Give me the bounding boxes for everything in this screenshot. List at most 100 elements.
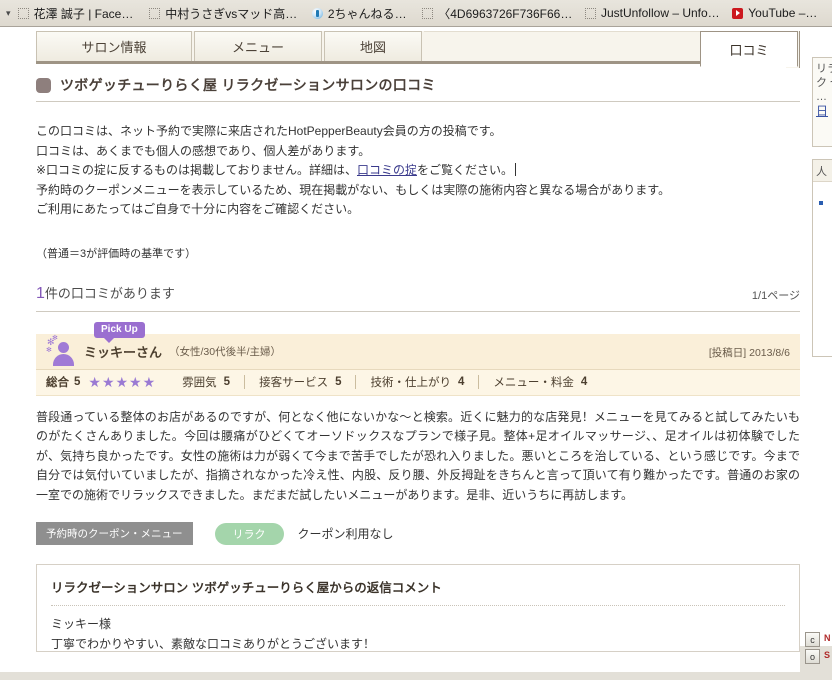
bookmark-label: JustUnfollow – Unfollo… <box>600 6 721 20</box>
bookmark-item[interactable]: JustUnfollow – Unfollo… <box>584 6 721 20</box>
bookmark-label: 2ちゃんねる検索 <box>327 6 411 21</box>
page-title: ツボゲッチューりらく屋 リラクゼーションサロンの口コミ <box>36 75 800 102</box>
main-content: ツボゲッチューりらく屋 リラクゼーションサロンの口コミ この口コミは、ネット予約… <box>36 75 800 652</box>
sub-rating-value: 5 <box>223 376 231 388</box>
review-count-suffix: 件の口コミがあります <box>44 285 175 301</box>
side-panel-upper-link[interactable]: 日 <box>816 104 828 118</box>
divider <box>244 375 246 389</box>
coupon-row: 予約時のクーポン・メニュー リラク クーポン利用なし <box>36 522 800 545</box>
page-viewport: サロン情報 メニュー 地図 口コミ リラ ク ゼ … 日 人 ツボゲッチューりら… <box>0 27 832 680</box>
salon-reply-line: ミッキー様 <box>51 617 112 631</box>
bookmark-label: 〈4D6963726F736F6674… <box>438 6 573 21</box>
tab-label: メニュー <box>231 40 284 55</box>
sub-rating-value: 4 <box>580 376 588 388</box>
sub-rating-service: 接客サービス 5 <box>259 374 341 390</box>
review-count-row: 1件の口コミがあります 1/1ページ <box>36 283 800 312</box>
notice-line: 口コミは、あくまでも個人の感想であり、個人差があります。 <box>36 143 371 158</box>
bottom-right-widget: c o N S <box>800 630 832 680</box>
tab-map[interactable]: 地図 <box>324 31 422 61</box>
divider <box>355 375 357 389</box>
bookmark-label: YouTube – Bro <box>748 6 820 20</box>
notice-line: この口コミは、ネット予約で実際に来店されたHotPepperBeauty会員の方… <box>36 124 502 138</box>
divider <box>478 375 480 389</box>
side-panel-lower-heading: 人 <box>813 160 832 182</box>
generic-favicon <box>17 7 29 19</box>
chevron-down-icon[interactable]: ▾ <box>6 8 11 18</box>
coupon-heading: 予約時のクーポン・メニュー <box>36 522 193 545</box>
page-indicator: 1/1ページ <box>751 289 800 302</box>
generic-favicon <box>584 7 596 19</box>
user-avatar-icon: ✻ ✻ ✻ <box>46 335 80 366</box>
generic-favicon <box>422 7 434 19</box>
review-card: Pick Up ✻ ✻ ✻ ミッキーさん （女性/30代後半/主婦） [投稿日]… <box>36 321 800 652</box>
tab-salon-info[interactable]: サロン情報 <box>36 31 192 61</box>
review-notice: この口コミは、ネット予約で実際に来店されたHotPepperBeauty会員の方… <box>36 122 800 220</box>
coupon-tag: リラク <box>214 522 284 545</box>
bookmark-item[interactable]: 2ちゃんねる検索 <box>311 5 411 22</box>
2ch-favicon <box>311 7 323 19</box>
rating-total-score: 5 <box>74 376 81 388</box>
review-body: 普段通っている整体のお店があるのですが、何となく他にないかな～と検索。近くに魅力… <box>36 409 800 502</box>
bookmark-item[interactable]: 〈4D6963726F736F6674… <box>422 5 573 22</box>
bookmark-label: 花澤 誠子 | Facebook <box>33 6 138 21</box>
title-bullet-icon <box>36 77 51 93</box>
rating-stars-icon: ★★★★★ <box>88 373 157 390</box>
sub-rating-label: 接客サービス <box>259 377 329 389</box>
notice-line-post: をご覧ください。 <box>417 163 514 177</box>
widget-text-1: N <box>824 633 831 643</box>
salon-reply-box: リラクゼーションサロン ツボゲッチューりらく屋からの返信コメント ミッキー様 丁… <box>36 564 800 652</box>
widget-text-2: S <box>824 650 831 660</box>
coupon-note: クーポン利用なし <box>297 527 394 541</box>
tab-label: 地図 <box>359 40 386 55</box>
reviewer-meta: （女性/30代後半/主婦） <box>169 345 282 358</box>
tab-reviews-active[interactable]: 口コミ <box>700 31 798 67</box>
tab-label: 口コミ <box>729 42 769 58</box>
bottom-strip <box>0 672 800 680</box>
notice-line-pre: ※口コミの掟に反するものは掲載しておりません。詳細は、 <box>36 163 357 177</box>
sub-rating-price: メニュー・料金 4 <box>493 374 587 390</box>
review-rules-link[interactable]: 口コミの掟 <box>357 163 417 177</box>
sub-rating-label: メニュー・料金 <box>493 377 574 389</box>
bookmark-item[interactable]: YouTube – Bro <box>732 6 820 20</box>
rating-basis-note: （普通＝3が評価時の基準です） <box>36 247 197 260</box>
ratings-bar: 総合 5 ★★★★★ 雰囲気 5 接客サービス 5 技術・仕上がり 4 メニュー… <box>36 369 800 396</box>
tab-menu[interactable]: メニュー <box>194 31 322 61</box>
notice-line: ご利用にあたってはご自身で十分に内容をご確認ください。 <box>36 202 360 216</box>
notice-line: 予約時のクーポンメニューを表示しているため、現在掲載がない、もしくは実際の施術内… <box>36 182 671 197</box>
sub-rating-atmosphere: 雰囲気 5 <box>182 374 230 390</box>
rating-total-label: 総合 <box>46 377 69 389</box>
sub-rating-label: 雰囲気 <box>182 377 217 389</box>
bookmark-item[interactable]: 花澤 誠子 | Facebook <box>17 5 138 22</box>
salon-reply-line: 丁寧でわかりやすい、素敵な口コミありがとうございます！ <box>51 636 376 651</box>
key-cap-c[interactable]: c <box>805 632 820 647</box>
bookmarks-bar: ▾ 花澤 誠子 | Facebook 中村うさぎvsマッド高梨 … 2ちゃんねる… <box>0 0 832 27</box>
side-panel-upper-text: リラ ク ゼ … <box>816 63 832 103</box>
review-count-number: 1 <box>36 284 45 302</box>
salon-reply-body: ミッキー様 丁寧でわかりやすい、素敵な口コミありがとうございます！ <box>51 615 785 651</box>
bookmark-label: 中村うさぎvsマッド高梨 … <box>165 6 300 21</box>
site-tab-strip: サロン情報 メニュー 地図 <box>36 31 700 64</box>
post-date: [投稿日] 2013/8/6 <box>709 345 790 360</box>
status-badge-pickup: Pick Up <box>94 321 145 343</box>
sub-rating-value: 4 <box>457 376 465 388</box>
bookmark-item[interactable]: 中村うさぎvsマッド高梨 … <box>149 5 300 22</box>
review-count: 1件の口コミがあります <box>36 283 175 303</box>
sub-rating-technique: 技術・仕上がり 4 <box>370 374 464 390</box>
salon-reply-title: リラクゼーションサロン ツボゲッチューりらく屋からの返信コメント <box>51 577 785 606</box>
generic-favicon <box>149 7 161 19</box>
tab-strip-filler <box>424 31 700 61</box>
post-date-label: [投稿日] <box>708 346 747 359</box>
side-panel-upper: リラ ク ゼ … 日 <box>812 57 832 147</box>
reviewer-name: ミッキーさん <box>84 344 163 360</box>
sub-rating-label: 技術・仕上がり <box>370 377 451 389</box>
text-caret <box>515 163 517 176</box>
key-cap-o[interactable]: o <box>805 649 820 664</box>
tab-label: サロン情報 <box>81 40 147 55</box>
side-panel-lower: 人 <box>812 159 832 357</box>
sub-rating-value: 5 <box>335 376 342 388</box>
notice-line-with-link: ※口コミの掟に反するものは掲載しておりません。詳細は、口コミの掟をご覧ください。 <box>36 161 800 181</box>
page-title-text: ツボゲッチューりらく屋 リラクゼーションサロンの口コミ <box>60 77 436 93</box>
reviewer-header: Pick Up ✻ ✻ ✻ ミッキーさん （女性/30代後半/主婦） [投稿日]… <box>36 321 800 370</box>
youtube-favicon <box>732 7 744 19</box>
post-date-value: 2013/8/6 <box>749 346 790 359</box>
